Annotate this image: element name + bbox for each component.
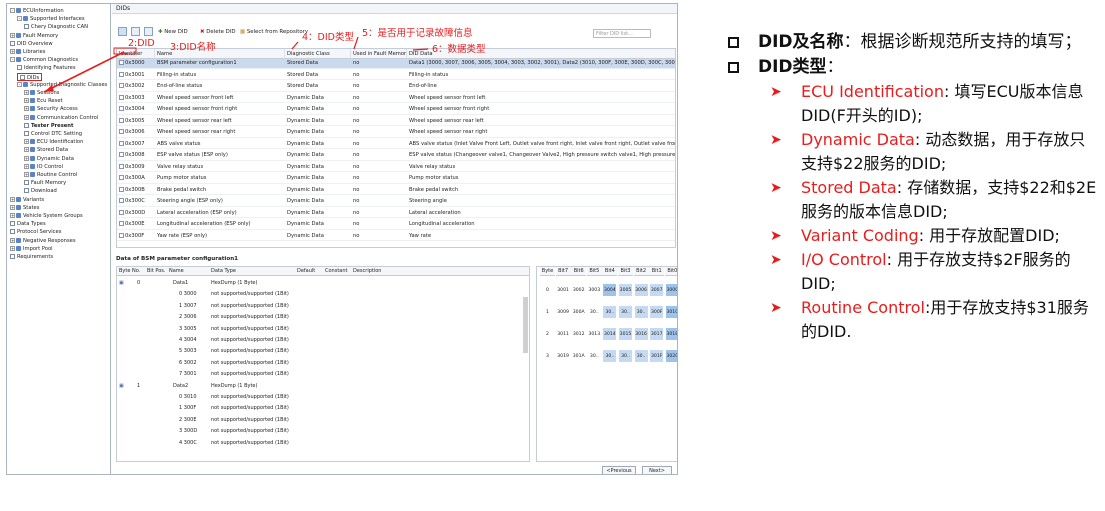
- note-did-type-title: DID类型: [758, 57, 827, 77]
- note-term: Variant Coding: [801, 226, 919, 245]
- note-term: ECU Identification: [801, 82, 944, 101]
- arrow-bullet-icon: ➤: [770, 132, 782, 148]
- note-term: I/O Control: [801, 250, 887, 269]
- note-sub-item: ➤ Stored Data: 存储数据，支持$22和$2E服务的版本信息DID;: [728, 176, 1098, 224]
- explanation-notes: DID及名称：根据诊断规范所支持的填写； DID类型： ➤ ECU Identif…: [728, 30, 1098, 344]
- checkbox-bullet-icon: [728, 37, 739, 48]
- note-sub-item: ➤ ECU Identification: 填写ECU版本信息DID(F开头的ID…: [728, 80, 1098, 128]
- arrow-bullet-icon: ➤: [770, 84, 782, 100]
- arrow-bullet-icon: ➤: [770, 252, 782, 268]
- note-sub-item: ➤ Dynamic Data: 动态数据，用于存放只支持$22服务的DID;: [728, 128, 1098, 176]
- note-did-name: DID及名称：根据诊断规范所支持的填写；: [728, 30, 1098, 55]
- note-sub-item: ➤ I/O Control: 用于存放支持$2F服务的DID;: [728, 248, 1098, 296]
- note-did-name-text: ：根据诊断规范所支持的填写；: [843, 32, 1082, 52]
- note-desc: : 用于存放配置DID;: [918, 226, 1060, 245]
- arrow-bullet-icon: ➤: [770, 180, 782, 196]
- checkbox-bullet-icon: [728, 62, 739, 73]
- note-sub-item: ➤ Variant Coding: 用于存放配置DID;: [728, 224, 1098, 248]
- note-did-name-title: DID及名称: [758, 32, 844, 52]
- note-did-type-text: ：: [826, 57, 844, 77]
- note-term: Stored Data: [801, 178, 897, 197]
- arrow-bullet-icon: ➤: [770, 228, 782, 244]
- note-term: Dynamic Data: [801, 130, 915, 149]
- note-did-type: DID类型：: [728, 55, 1098, 80]
- arrow-bullet-icon: ➤: [770, 300, 782, 316]
- note-term: Routine Control: [801, 298, 925, 317]
- note-sub-item: ➤ Routine Control:用于存放支持$31服务的DID.: [728, 296, 1098, 344]
